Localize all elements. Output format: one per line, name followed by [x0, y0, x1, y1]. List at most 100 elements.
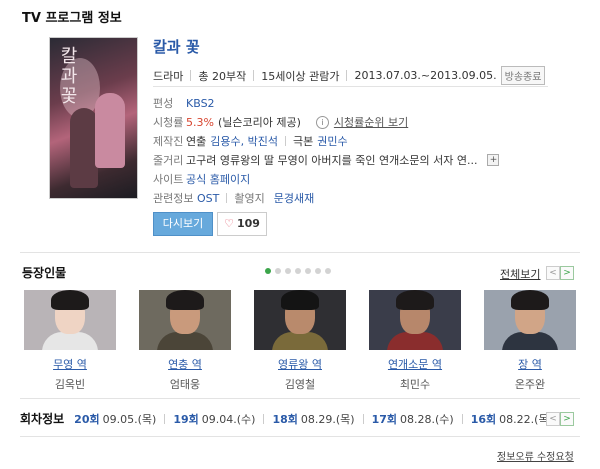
viewership-row: 시청률 5.3% (닐슨코리아 제공) i 시청률순위 보기	[153, 114, 408, 130]
cast-photo[interactable]	[369, 290, 461, 350]
age-rating: 15세이상 관람가	[261, 69, 340, 83]
ost-link[interactable]: OST	[197, 192, 219, 205]
cast-role[interactable]: 연개소문 역	[369, 356, 461, 372]
divider	[253, 70, 255, 81]
view-all-cast-link[interactable]: 전체보기	[500, 266, 540, 282]
location-link[interactable]: 문경새재	[274, 190, 314, 206]
cast-card[interactable]: 연충 역 엄태웅	[139, 290, 231, 392]
related-row: 관련정보 OST 촬영지 문경새재	[153, 190, 314, 206]
cast-photo[interactable]	[254, 290, 346, 350]
episode-item[interactable]: 17회 08.28.(수)	[372, 411, 454, 427]
writer-link[interactable]: 권민수	[317, 133, 347, 149]
episode-item[interactable]: 19회 09.04.(수)	[173, 411, 255, 427]
channel-label: 편성	[153, 97, 174, 110]
page-dot[interactable]	[265, 268, 271, 274]
genre: 드라마	[153, 69, 184, 83]
cast-actor[interactable]: 최민수	[369, 376, 461, 392]
episode-number[interactable]: 17회	[372, 411, 397, 427]
cast-actor[interactable]: 김영철	[254, 376, 346, 392]
episode-count: 총 20부작	[198, 69, 247, 83]
cast-role[interactable]: 무영 역	[24, 356, 116, 372]
page-dot[interactable]	[315, 268, 321, 274]
cast-photo[interactable]	[24, 290, 116, 350]
channel-link[interactable]: KBS2	[186, 97, 215, 110]
divider-line	[153, 86, 548, 87]
plot-row: 줄거리 고구려 영류왕의 딸 무영이 아버지를 죽인 연개소문의 서자 연...…	[153, 152, 500, 168]
location-label: 촬영지	[234, 192, 265, 205]
section-divider	[20, 436, 580, 437]
divider	[164, 413, 166, 424]
page-dot[interactable]	[285, 268, 291, 274]
related-label: 관련정보	[153, 192, 194, 205]
episode-item[interactable]: 20회 09.05.(목)	[74, 411, 156, 427]
divider	[263, 413, 265, 424]
section-divider	[20, 252, 580, 253]
like-button[interactable]: ♡ 109	[217, 212, 267, 236]
episode-pager: < >	[546, 412, 574, 426]
like-count: 109	[236, 217, 260, 230]
program-poster[interactable]: 칼과꽃	[49, 37, 138, 199]
director-prefix: 연출	[186, 135, 207, 148]
cast-actor[interactable]: 김옥빈	[24, 376, 116, 392]
episode-date: 09.04.(수)	[201, 412, 256, 426]
cast-role[interactable]: 연충 역	[139, 356, 231, 372]
poster-figure-female	[95, 93, 125, 168]
cast-card[interactable]: 무영 역 김옥빈	[24, 290, 116, 392]
viewership-ranking-link[interactable]: 시청률순위 보기	[334, 114, 408, 130]
episode-prev-button[interactable]: <	[546, 412, 560, 426]
cast-prev-button[interactable]: <	[546, 266, 560, 280]
divider	[461, 413, 463, 424]
page-dot[interactable]	[295, 268, 301, 274]
episode-date: 08.22.(목)	[499, 412, 553, 426]
channel-row: 편성 KBS2	[153, 95, 215, 111]
report-error-link[interactable]: 정보오류 수정요청	[497, 448, 574, 463]
episode-number[interactable]: 16회	[471, 411, 496, 427]
page-dot[interactable]	[325, 268, 331, 274]
viewership-value: 5.3%	[186, 115, 214, 129]
cast-actor[interactable]: 온주완	[484, 376, 576, 392]
site-label: 사이트	[153, 173, 184, 186]
cast-card[interactable]: 장 역 온주완	[484, 290, 576, 392]
cast-section-title: 등장인물	[22, 266, 67, 280]
program-title[interactable]: 칼과 꽃	[153, 36, 200, 57]
staff-row: 제작진 연출 김용수, 박진석 극본 권민수	[153, 133, 348, 149]
status-badge: 방송종료	[500, 66, 546, 85]
cast-photo[interactable]	[484, 290, 576, 350]
episode-next-button[interactable]: >	[560, 412, 574, 426]
episode-date: 09.05.(목)	[102, 412, 157, 426]
expand-plot-button[interactable]: +	[487, 154, 500, 166]
heart-icon: ♡	[224, 217, 234, 230]
divider	[284, 136, 286, 146]
episode-number[interactable]: 19회	[173, 411, 198, 427]
cast-role[interactable]: 영류왕 역	[254, 356, 346, 372]
episode-number[interactable]: 20회	[74, 411, 99, 427]
viewership-label: 시청률	[153, 116, 184, 129]
episode-number[interactable]: 18회	[272, 411, 297, 427]
divider	[346, 70, 348, 81]
page-dot[interactable]	[305, 268, 311, 274]
cast-actor[interactable]: 엄태웅	[139, 376, 231, 392]
cast-photo[interactable]	[139, 290, 231, 350]
info-icon[interactable]: i	[315, 115, 329, 129]
episode-item[interactable]: 18회 08.29.(목)	[272, 411, 354, 427]
viewership-source: (닐슨코리아 제공)	[217, 116, 301, 129]
divider	[226, 193, 228, 203]
replay-button[interactable]: 다시보기	[153, 212, 213, 236]
cast-role[interactable]: 장 역	[484, 356, 576, 372]
poster-figure-male	[70, 108, 98, 188]
official-site-link[interactable]: 공식 홈페이지	[186, 171, 250, 187]
cast-card[interactable]: 영류왕 역 김영철	[254, 290, 346, 392]
cast-page-indicator	[265, 268, 331, 274]
director-links[interactable]: 김용수, 박진석	[210, 133, 278, 149]
site-row: 사이트 공식 홈페이지	[153, 171, 250, 187]
episodes-section-title: 회차정보	[20, 412, 65, 426]
cast-card[interactable]: 연개소문 역 최민수	[369, 290, 461, 392]
broadcast-period: 2013.07.03.~2013.09.05.	[354, 69, 497, 82]
plot-text: 고구려 영류왕의 딸 무영이 아버지를 죽인 연개소문의 서자 연...	[186, 154, 478, 167]
page-title: TV 프로그램 정보	[22, 11, 122, 26]
cast-next-button[interactable]: >	[560, 266, 574, 280]
page-dot[interactable]	[275, 268, 281, 274]
episode-item[interactable]: 16회 08.22.(목)	[471, 411, 553, 427]
divider	[362, 413, 364, 424]
poster-title: 칼과꽃	[57, 46, 78, 106]
